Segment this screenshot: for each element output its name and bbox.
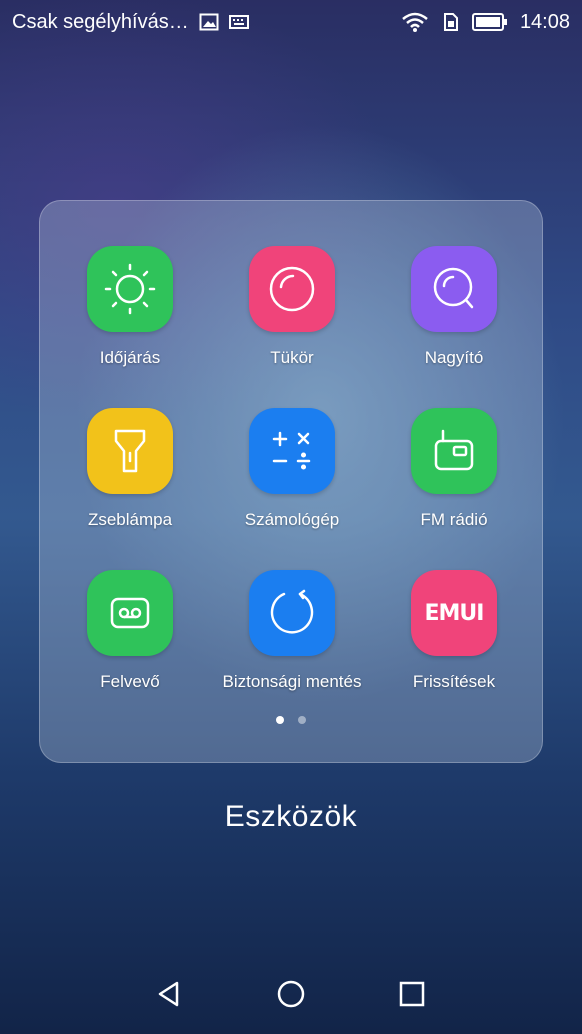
wifi-icon bbox=[402, 12, 428, 32]
home-icon[interactable] bbox=[271, 974, 311, 1014]
app-label: Felvevő bbox=[100, 672, 160, 691]
app-label: Tükör bbox=[270, 348, 314, 367]
sun-icon[interactable] bbox=[87, 246, 173, 332]
app-frissitesek[interactable]: EMUI Frissítések bbox=[364, 570, 544, 692]
status-left: Csak segélyhívás… bbox=[12, 11, 249, 34]
app-felvevo[interactable]: Felvevő bbox=[40, 570, 220, 692]
app-label: Frissítések bbox=[412, 672, 496, 691]
app-idojaras[interactable]: Időjárás bbox=[40, 246, 220, 368]
app-zseblampa[interactable]: Zseblámpa bbox=[40, 408, 220, 530]
app-label: FM rádió bbox=[420, 510, 488, 529]
backup-icon[interactable] bbox=[249, 570, 335, 656]
status-bar: Csak segélyhívás… 14:08 bbox=[0, 0, 582, 44]
app-label: Biztonsági mentés bbox=[222, 672, 362, 691]
app-nagyito[interactable]: Nagyító bbox=[364, 246, 544, 368]
recents-icon[interactable] bbox=[392, 974, 432, 1014]
clock: 14:08 bbox=[519, 10, 570, 33]
image-icon bbox=[199, 13, 219, 31]
app-label: Időjárás bbox=[99, 348, 161, 367]
keyboard-icon bbox=[228, 15, 249, 29]
folder-panel: Időjárás Tükör Nagyító Zseblámpa Számoló… bbox=[39, 200, 543, 763]
recorder-icon[interactable] bbox=[87, 570, 173, 656]
emui-logo-text: EMUI bbox=[424, 600, 485, 626]
app-szamologep[interactable]: Számológép bbox=[202, 408, 382, 530]
page-dot[interactable] bbox=[298, 716, 306, 724]
back-icon[interactable] bbox=[150, 974, 190, 1014]
carrier-text: Csak segélyhívás… bbox=[12, 10, 189, 33]
app-label: Nagyító bbox=[424, 348, 484, 367]
page-dot-active[interactable] bbox=[276, 716, 284, 724]
calculator-icon[interactable] bbox=[249, 408, 335, 494]
emui-icon[interactable]: EMUI bbox=[411, 570, 497, 656]
flashlight-icon[interactable] bbox=[87, 408, 173, 494]
magnifier-icon[interactable] bbox=[411, 246, 497, 332]
radio-icon[interactable] bbox=[411, 408, 497, 494]
app-biztonsagi-mentes[interactable]: Biztonsági mentés bbox=[202, 570, 382, 692]
app-tukor[interactable]: Tükör bbox=[202, 246, 382, 368]
mirror-icon[interactable] bbox=[249, 246, 335, 332]
folder-title[interactable]: Eszközök bbox=[0, 800, 582, 834]
page-indicator bbox=[40, 716, 542, 724]
navigation-bar bbox=[0, 964, 582, 1024]
app-fm-radio[interactable]: FM rádió bbox=[364, 408, 544, 530]
battery-icon bbox=[471, 13, 508, 31]
sim-icon bbox=[440, 12, 460, 32]
app-label: Számológép bbox=[244, 510, 340, 529]
app-label: Zseblámpa bbox=[87, 510, 173, 529]
status-right: 14:08 bbox=[402, 11, 570, 34]
